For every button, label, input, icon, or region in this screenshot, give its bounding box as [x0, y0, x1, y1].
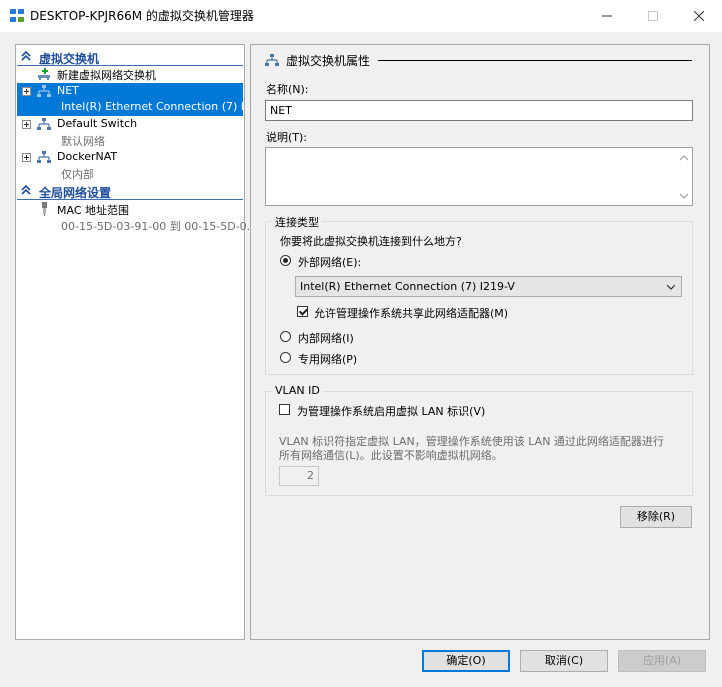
- internal-network-label: 内部网络(I): [298, 332, 354, 345]
- description-scrollbar[interactable]: [676, 148, 692, 205]
- mac-range-label: MAC 地址范围: [57, 204, 129, 217]
- title-bar: DESKTOP-KPJR66M 的虚拟交换机管理器: [0, 0, 722, 32]
- properties-title: 虚拟交换机属性: [286, 54, 371, 68]
- switch-detail: 默认网络: [61, 135, 105, 148]
- chevron-down-icon: [667, 284, 675, 290]
- switch-name: Default Switch: [57, 117, 138, 130]
- description-input[interactable]: [265, 147, 693, 206]
- switch-detail: Intel(R) Ethernet Connection (7) I...: [61, 100, 255, 113]
- switch-detail: 仅内部: [61, 168, 94, 181]
- vlan-title: VLAN ID: [272, 384, 323, 397]
- remove-button[interactable]: 移除(R): [620, 506, 692, 528]
- description-label: 说明(T):: [266, 131, 308, 144]
- expand-icon[interactable]: [22, 153, 31, 162]
- name-label: 名称(N):: [266, 83, 309, 96]
- private-network-label: 专用网络(P): [298, 353, 358, 366]
- close-icon: [694, 11, 704, 21]
- section-label: 虚拟交换机: [39, 52, 100, 66]
- adapter-select[interactable]: Intel(R) Ethernet Connection (7) I219-V: [295, 276, 682, 297]
- vlan-id-input[interactable]: 2: [279, 466, 319, 486]
- new-switch-label: 新建虚拟网络交换机: [57, 69, 156, 82]
- switch-item-net[interactable]: NET Intel(R) Ethernet Connection (7) I..…: [17, 83, 255, 116]
- network-switch-icon: [37, 85, 51, 97]
- switch-item-dockernat[interactable]: DockerNAT 仅内部: [17, 149, 243, 182]
- section-virtual-switches[interactable]: 虚拟交换机: [17, 49, 243, 66]
- switch-name: DockerNAT: [57, 150, 118, 163]
- name-input[interactable]: NET: [265, 100, 693, 121]
- ok-button[interactable]: 确定(O): [422, 650, 510, 672]
- new-switch-item[interactable]: 新建虚拟网络交换机: [17, 66, 243, 83]
- vlan-enable-label: 为管理操作系统启用虚拟 LAN 标识(V): [297, 405, 486, 418]
- switch-name: NET: [57, 84, 79, 97]
- switch-item-default[interactable]: Default Switch 默认网络: [17, 116, 243, 149]
- window-title: DESKTOP-KPJR66M 的虚拟交换机管理器: [30, 9, 254, 23]
- internal-network-radio[interactable]: [280, 331, 291, 342]
- external-network-radio[interactable]: [280, 255, 291, 266]
- network-cable-icon: [42, 202, 47, 216]
- virtual-switch-manager-icon: [10, 9, 24, 22]
- allow-share-checkbox[interactable]: [297, 306, 308, 317]
- allow-share-label: 允许管理操作系统共享此网络适配器(M): [314, 307, 509, 320]
- title-divider: [378, 60, 692, 61]
- section-global-settings[interactable]: 全局网络设置: [17, 183, 243, 200]
- maximize-button[interactable]: [630, 0, 676, 32]
- close-button[interactable]: [676, 0, 722, 32]
- mac-range-detail: 00-15-5D-03-91-00 到 00-15-5D-0...: [61, 220, 258, 233]
- minimize-icon: [602, 15, 612, 17]
- cancel-button[interactable]: 取消(C): [520, 650, 608, 672]
- scroll-down-icon[interactable]: [680, 192, 688, 200]
- minimize-button[interactable]: [584, 0, 630, 32]
- network-switch-icon: [37, 151, 51, 163]
- network-switch-icon: [37, 118, 51, 130]
- expand-icon[interactable]: [22, 120, 31, 129]
- connection-type-title: 连接类型: [272, 214, 322, 230]
- new-switch-icon: [38, 68, 50, 80]
- connection-question: 你要将此虚拟交换机连接到什么地方?: [280, 235, 462, 248]
- scroll-up-icon[interactable]: [680, 154, 688, 162]
- expand-icon[interactable]: [22, 87, 31, 96]
- collapse-chevron-icon: [21, 50, 31, 61]
- section-label: 全局网络设置: [39, 186, 112, 200]
- network-switch-icon: [265, 54, 279, 66]
- vlan-enable-checkbox[interactable]: [279, 404, 290, 415]
- switch-tree[interactable]: 虚拟交换机 新建虚拟网络交换机 NET Intel(R) Ethernet Co…: [15, 44, 257, 640]
- collapse-chevron-icon: [21, 184, 31, 195]
- mac-range-item[interactable]: MAC 地址范围 00-15-5D-03-91-00 到 00-15-5D-0.…: [17, 201, 257, 234]
- private-network-radio[interactable]: [280, 352, 291, 363]
- vlan-description: 所有网络通信(L)。此设置不影响虚拟机网络。: [279, 449, 503, 462]
- external-network-label: 外部网络(E):: [298, 256, 362, 269]
- maximize-icon: [648, 11, 658, 21]
- apply-button[interactable]: 应用(A): [618, 650, 706, 672]
- adapter-value: Intel(R) Ethernet Connection (7) I219-V: [300, 280, 515, 293]
